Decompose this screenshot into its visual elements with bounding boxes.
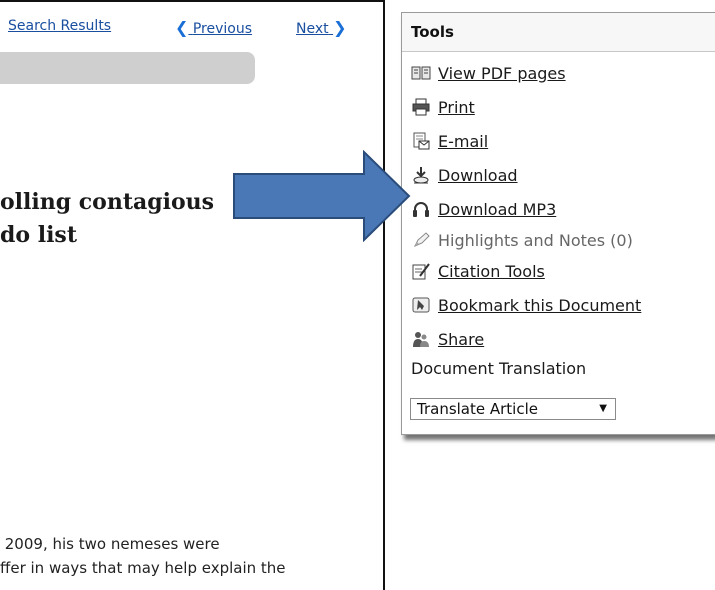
book-icon [410,63,432,83]
tools-panel: Tools View PDF pages Print E-mail Downlo… [401,12,715,435]
highlights-and-notes-label: Highlights and Notes (0) [438,230,633,250]
email-label: E-mail [438,131,489,151]
email-link[interactable]: E-mail [410,129,488,153]
pointer-arrow-icon [233,150,411,242]
email-icon [410,131,432,151]
download-link[interactable]: Download [410,163,518,187]
download-icon [410,165,432,185]
chevron-left-icon: ❮ [175,18,189,37]
highlighter-icon [410,230,432,250]
article-body-text: 2009, his two nemeses were ffer in ways … [0,535,286,577]
view-pdf-pages-label: View PDF pages [438,63,566,83]
share-link[interactable]: Share [410,327,484,351]
dropdown-arrow-icon: ▼ [599,403,607,414]
citation-tools-link[interactable]: Citation Tools [410,259,545,283]
document-translation-heading: Document Translation [411,359,587,378]
view-pdf-pages-link[interactable]: View PDF pages [410,61,566,85]
bookmark-document-link[interactable]: Bookmark this Document [410,293,641,317]
translate-select-value: Translate Article [417,400,538,418]
citation-tools-label: Citation Tools [438,261,545,281]
tools-header: Tools [402,13,715,52]
download-mp3-label: Download MP3 [438,199,557,219]
share-label: Share [438,329,485,349]
article-panel: Search Results ❮ Previous Next ❯ olling … [0,0,385,590]
translate-article-select[interactable]: Translate Article ▼ [410,398,616,420]
header-bar [0,52,255,84]
chevron-right-icon: ❯ [333,18,347,37]
previous-link[interactable]: ❮ Previous [175,18,252,37]
citation-icon [410,261,432,281]
print-link[interactable]: Print [410,95,475,119]
bookmark-icon [410,295,432,315]
panel-top-border [0,0,383,2]
previous-label: Previous [192,21,253,37]
next-label: Next [296,21,329,37]
arrow-shape [233,150,411,242]
next-link[interactable]: Next ❯ [296,18,346,37]
print-label: Print [438,97,475,117]
printer-icon [410,97,432,117]
download-label: Download [438,165,518,185]
bookmark-document-label: Bookmark this Document [438,295,642,315]
share-icon [410,329,432,349]
download-mp3-link[interactable]: Download MP3 [410,197,556,221]
headphones-icon [410,199,432,219]
result-navigation: Search Results ❮ Previous Next ❯ [0,8,383,48]
search-results-link[interactable]: Search Results [8,18,111,34]
article-title: olling contagious do list [0,189,215,248]
highlights-and-notes-item: Highlights and Notes (0) [410,228,633,252]
